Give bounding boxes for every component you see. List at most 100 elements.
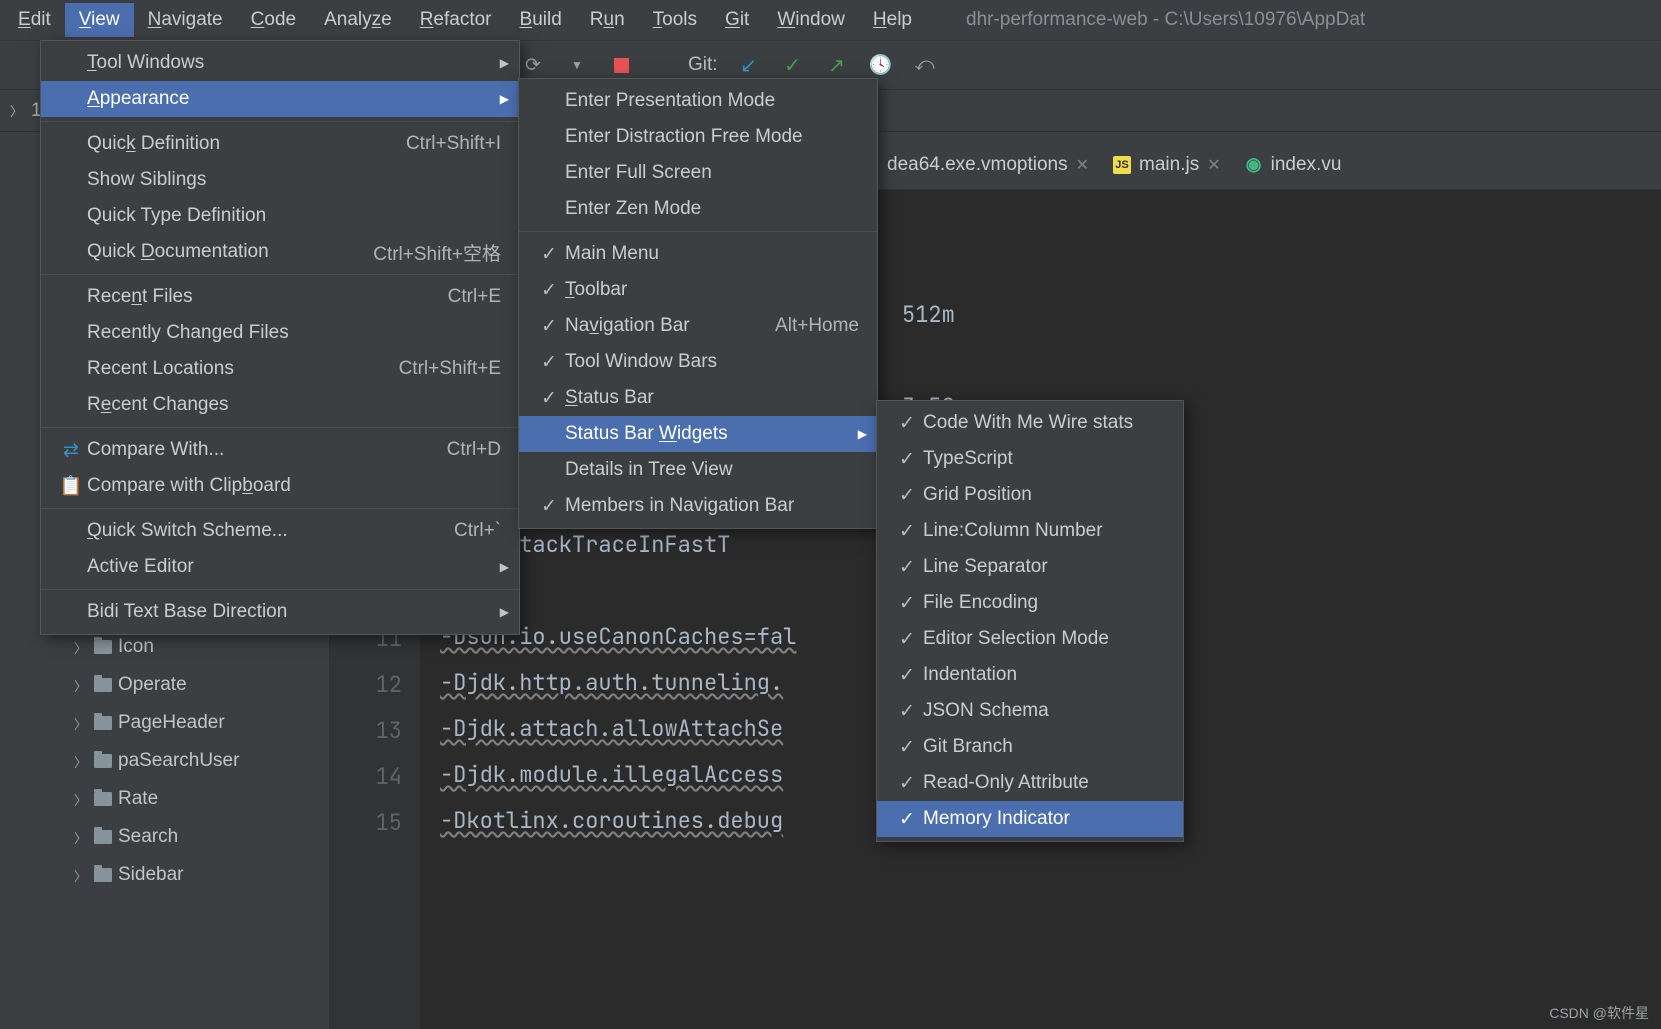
check-icon: ✓ [895, 448, 919, 471]
widget-item-code-with-me[interactable]: ✓Code With Me Wire stats [877, 405, 1183, 441]
menu-item-recent-locations[interactable]: Recent LocationsCtrl+Shift+E [41, 351, 519, 387]
check-icon: ✓ [895, 700, 919, 723]
menu-item-active-editor[interactable]: Active Editor▶ [41, 549, 519, 585]
folder-icon [94, 678, 112, 692]
menu-view[interactable]: View [65, 3, 134, 37]
check-icon: ✓ [895, 664, 919, 687]
show-history-icon[interactable]: 🕓 [868, 52, 894, 78]
git-commit-icon[interactable]: ✓ [780, 52, 806, 78]
widget-item-line-separator[interactable]: ✓Line Separator [877, 549, 1183, 585]
menu-item-navigation-bar[interactable]: ✓Navigation BarAlt+Home [519, 308, 877, 344]
tab-indexvue[interactable]: ◉ index.vu [1233, 140, 1354, 189]
menu-git[interactable]: Git [711, 3, 763, 37]
menu-item-recently-changed-files[interactable]: Recently Changed Files [41, 315, 519, 351]
widget-item-file-encoding[interactable]: ✓File Encoding [877, 585, 1183, 621]
tab-label: main.js [1139, 154, 1199, 176]
tree-item[interactable]: 〉Sidebar [0, 856, 329, 894]
check-icon: ✓ [537, 495, 561, 518]
tab-mainjs[interactable]: JS main.js ✕ [1101, 140, 1233, 189]
folder-icon [94, 754, 112, 768]
menu-item-recent-changes[interactable]: Recent Changes [41, 387, 519, 423]
menu-item-quick-documentation[interactable]: Quick DocumentationCtrl+Shift+空格 [41, 234, 519, 270]
menu-item-enter-fullscreen[interactable]: Enter Full Screen [519, 155, 877, 191]
menu-refactor[interactable]: Refactor [406, 3, 506, 37]
menu-item-status-bar-widgets[interactable]: Status Bar Widgets▶ [519, 416, 877, 452]
menu-item-compare-with[interactable]: ⇄Compare With...Ctrl+D [41, 432, 519, 468]
close-icon[interactable]: ✕ [1076, 155, 1089, 175]
menu-navigate[interactable]: Navigate [134, 3, 237, 37]
widget-item-typescript[interactable]: ✓TypeScript [877, 441, 1183, 477]
menu-run[interactable]: Run [576, 3, 639, 37]
check-icon: ✓ [537, 351, 561, 374]
menu-item-tool-window-bars[interactable]: ✓Tool Window Bars [519, 344, 877, 380]
tab-vmoptions[interactable]: dea64.exe.vmoptions ✕ [875, 140, 1101, 189]
menu-edit[interactable]: Edit [4, 3, 65, 37]
check-icon: ✓ [895, 628, 919, 651]
menu-window[interactable]: Window [763, 3, 859, 37]
tab-label: dea64.exe.vmoptions [887, 154, 1068, 176]
window-title: dhr-performance-web - C:\Users\10976\App… [966, 9, 1365, 31]
tree-item[interactable]: 〉PageHeader [0, 704, 329, 742]
menu-item-quick-definition[interactable]: Quick DefinitionCtrl+Shift+I [41, 126, 519, 162]
menu-code[interactable]: Code [237, 3, 310, 37]
widget-item-grid-position[interactable]: ✓Grid Position [877, 477, 1183, 513]
menu-item-enter-presentation[interactable]: Enter Presentation Mode [519, 83, 877, 119]
tree-item[interactable]: 〉Rate [0, 780, 329, 818]
widget-item-json-schema[interactable]: ✓JSON Schema [877, 693, 1183, 729]
check-icon: ✓ [895, 772, 919, 795]
tree-item[interactable]: 〉Search [0, 818, 329, 856]
menu-item-quick-switch-scheme[interactable]: Quick Switch Scheme...Ctrl+` [41, 513, 519, 549]
rollback-icon[interactable]: ⤺ [912, 52, 938, 78]
menu-item-enter-distraction-free[interactable]: Enter Distraction Free Mode [519, 119, 877, 155]
menu-tools[interactable]: Tools [639, 3, 711, 37]
folder-icon [94, 716, 112, 730]
refresh-icon[interactable]: ⟳ [520, 52, 546, 78]
submenu-arrow-icon: ▶ [500, 92, 509, 106]
git-push-icon[interactable]: ↗ [824, 52, 850, 78]
tree-item[interactable]: 〉Operate [0, 666, 329, 704]
stop-icon[interactable] [608, 52, 634, 78]
widget-item-indentation[interactable]: ✓Indentation [877, 657, 1183, 693]
widget-item-selection-mode[interactable]: ✓Editor Selection Mode [877, 621, 1183, 657]
clipboard-icon: 📋 [59, 474, 83, 498]
widget-item-line-column[interactable]: ✓Line:Column Number [877, 513, 1183, 549]
menu-item-members-nav-bar[interactable]: ✓Members in Navigation Bar [519, 488, 877, 524]
folder-icon [94, 868, 112, 882]
menu-item-details-in-tree[interactable]: Details in Tree View [519, 452, 877, 488]
status-bar-widgets-menu: ✓Code With Me Wire stats ✓TypeScript ✓Gr… [876, 400, 1184, 842]
check-icon: ✓ [895, 736, 919, 759]
folder-icon [94, 830, 112, 844]
tree-item[interactable]: 〉paSearchUser [0, 742, 329, 780]
close-icon[interactable]: ✕ [1207, 155, 1220, 175]
menu-item-toolbar[interactable]: ✓Toolbar [519, 272, 877, 308]
widget-item-git-branch[interactable]: ✓Git Branch [877, 729, 1183, 765]
widget-item-read-only[interactable]: ✓Read-Only Attribute [877, 765, 1183, 801]
menu-item-enter-zen[interactable]: Enter Zen Mode [519, 191, 877, 227]
menu-item-recent-files[interactable]: Recent FilesCtrl+E [41, 279, 519, 315]
menu-item-quick-type-definition[interactable]: Quick Type Definition [41, 198, 519, 234]
check-icon: ✓ [537, 387, 561, 410]
menu-build[interactable]: Build [506, 3, 576, 37]
menu-help[interactable]: Help [859, 3, 926, 37]
menu-item-tool-windows[interactable]: Tool Windows▶ [41, 45, 519, 81]
widget-item-memory-indicator[interactable]: ✓Memory Indicator [877, 801, 1183, 837]
dropdown-icon[interactable]: ▼ [564, 52, 590, 78]
menu-item-bidi-direction[interactable]: Bidi Text Base Direction▶ [41, 594, 519, 630]
menu-item-main-menu[interactable]: ✓Main Menu [519, 236, 877, 272]
check-icon: ✓ [895, 592, 919, 615]
menu-item-show-siblings[interactable]: Show Siblings [41, 162, 519, 198]
menu-analyze[interactable]: Analyze [310, 3, 406, 37]
js-file-icon: JS [1113, 156, 1131, 174]
check-icon: ✓ [895, 484, 919, 507]
check-icon: ✓ [895, 556, 919, 579]
menu-item-compare-clipboard[interactable]: 📋Compare with Clipboard [41, 468, 519, 504]
check-icon: ✓ [895, 412, 919, 435]
menu-item-status-bar[interactable]: ✓Status Bar [519, 380, 877, 416]
menu-item-appearance[interactable]: Appearance▶ [41, 81, 519, 117]
folder-icon [94, 640, 112, 654]
git-label: Git: [688, 54, 718, 76]
submenu-arrow-icon: ▶ [500, 605, 509, 619]
diff-icon: ⇄ [59, 439, 83, 462]
git-pull-icon[interactable]: ↙ [736, 52, 762, 78]
check-icon: ✓ [537, 315, 561, 338]
